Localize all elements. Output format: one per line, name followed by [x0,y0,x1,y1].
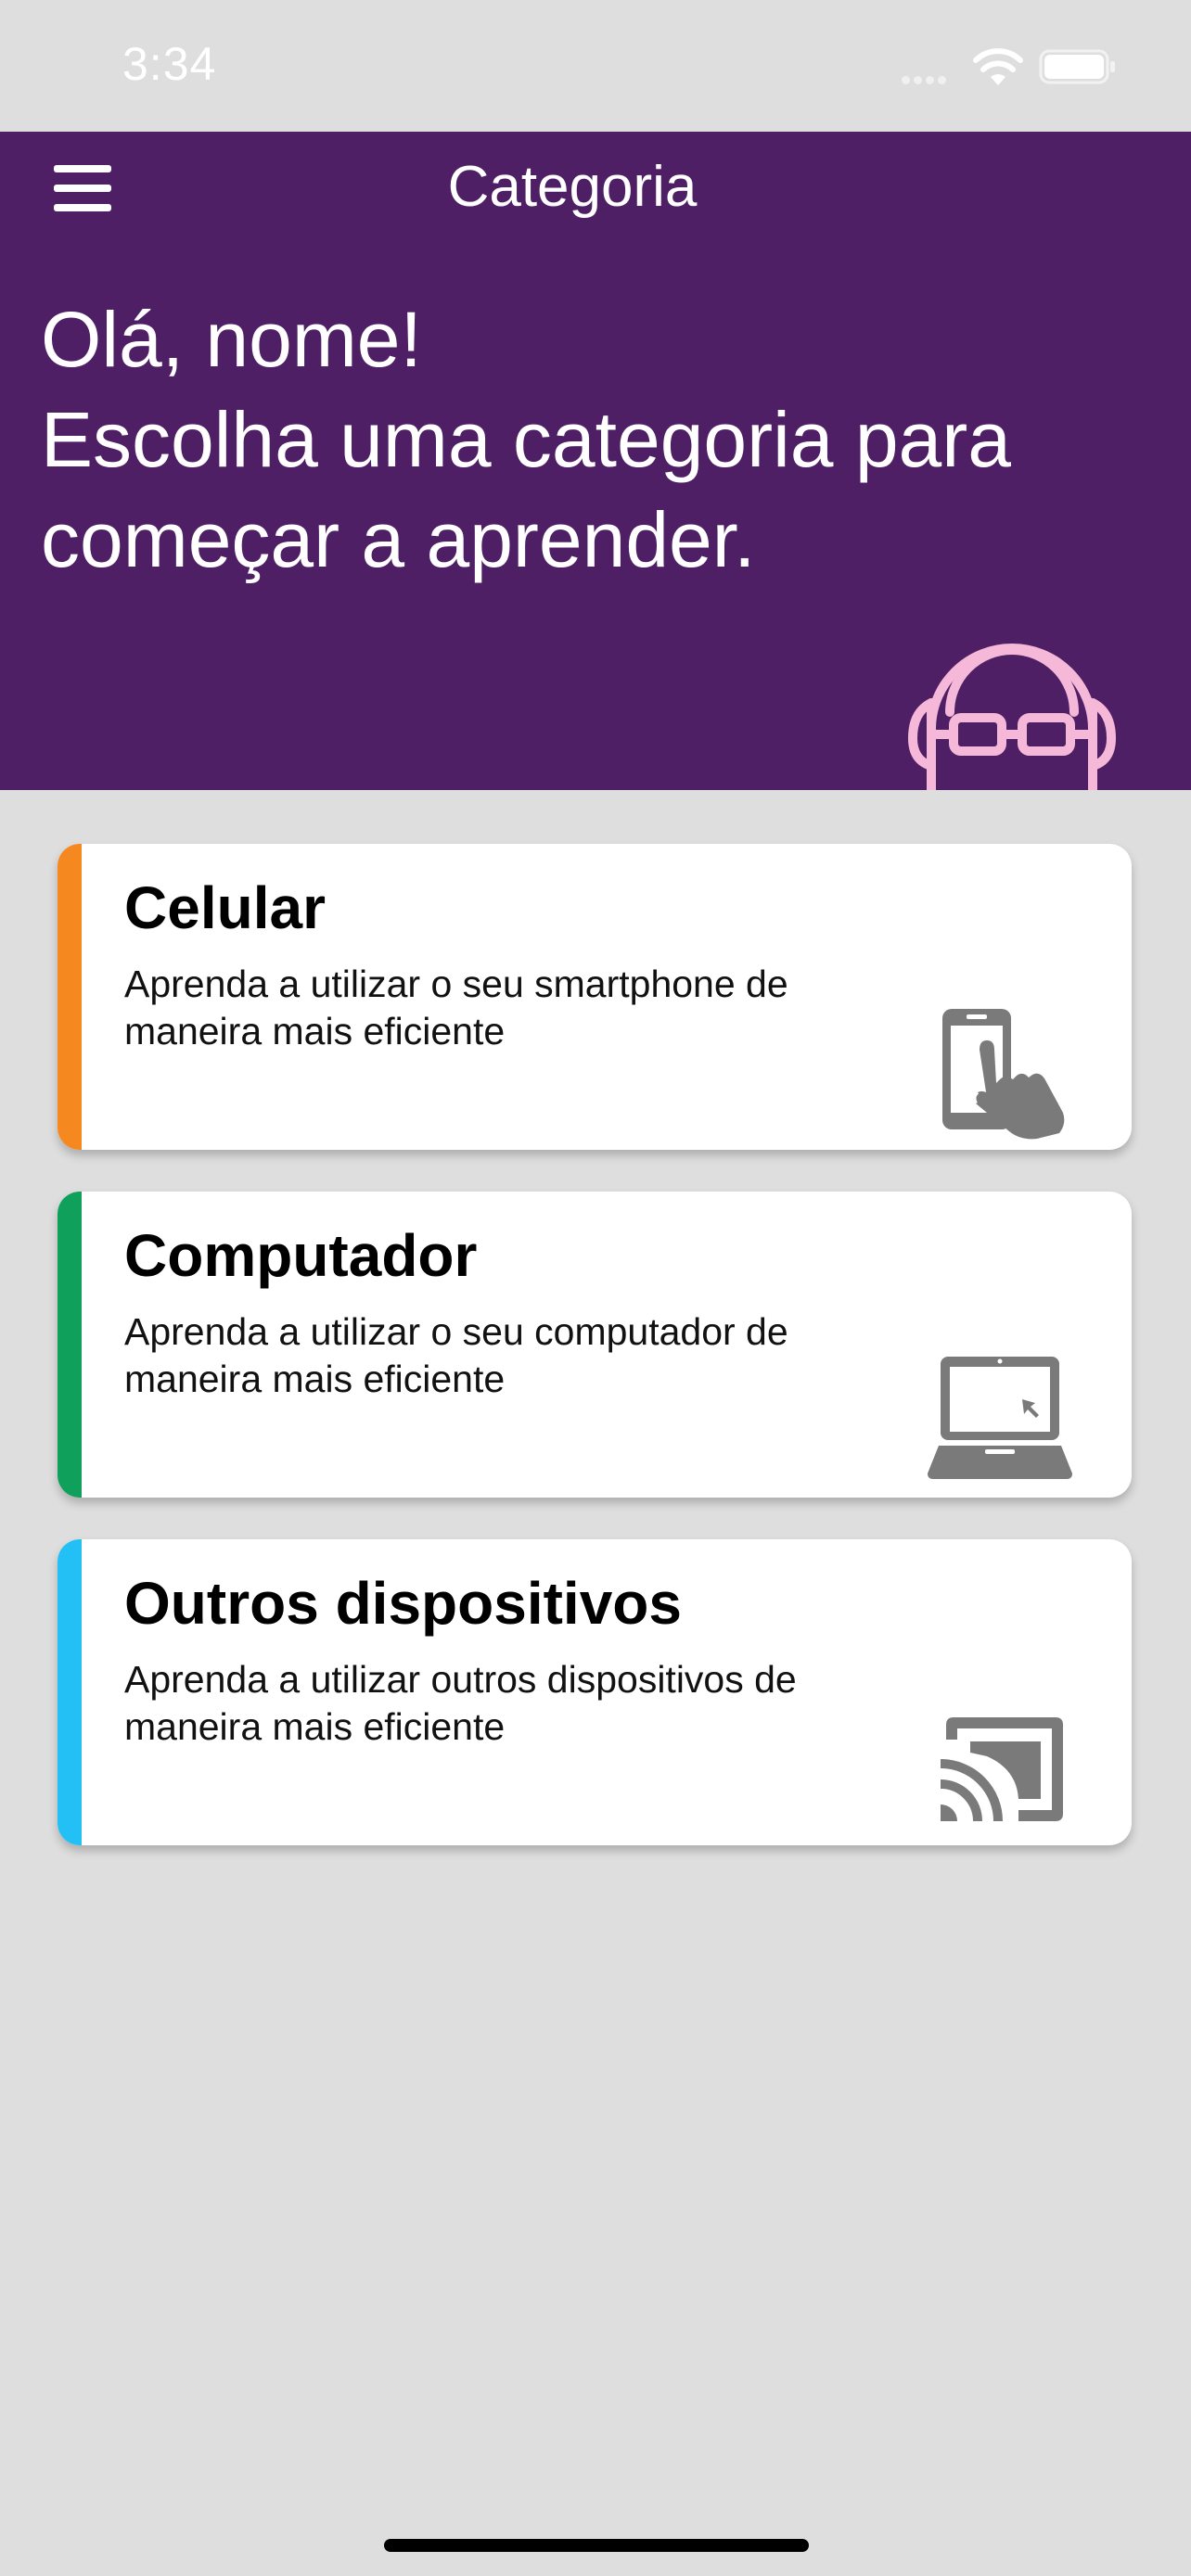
greeting-line: começar a aprender. [41,496,756,583]
card-accent [58,844,82,1150]
category-card-celular[interactable]: Celular Aprenda a utilizar o seu smartph… [58,844,1132,1150]
cast-icon [940,1717,1063,1822]
card-description-line: maneira mais eficiente [124,1705,506,1748]
greeting-text: Olá, nome! Escolha uma categoria para co… [41,289,1135,590]
greeting-line: Escolha uma categoria para [41,396,1011,483]
status-time: 3:34 [122,38,217,90]
headphones-mascot-icon [908,644,1116,790]
card-description: Aprenda a utilizar o seu computador de m… [124,1308,885,1403]
smartphone-touch-icon [942,1009,1065,1140]
card-accent [58,1539,82,1845]
wifi-icon [973,48,1023,85]
category-card-outros-dispositivos[interactable]: Outros dispositivos Aprenda a utilizar o… [58,1539,1132,1845]
card-description: Aprenda a utilizar o seu smartphone de m… [124,961,885,1055]
card-accent [58,1192,82,1498]
card-title: Outros dispositivos [124,1570,682,1637]
cellular-signal-icon [902,72,954,84]
page-title: Categoria [447,155,698,219]
category-card-computador[interactable]: Computador Aprenda a utilizar o seu comp… [58,1192,1132,1498]
card-description-line: Aprenda a utilizar o seu computador de [124,1310,788,1353]
status-bar: 3:34 [0,0,1191,132]
header: Categoria Olá, nome! Escolha uma categor… [0,132,1191,790]
laptop-icon [928,1357,1072,1479]
card-title: Celular [124,874,326,941]
card-description-line: maneira mais eficiente [124,1010,506,1052]
home-indicator[interactable] [384,2539,809,2552]
card-description-line: maneira mais eficiente [124,1358,506,1400]
card-description-line: Aprenda a utilizar o seu smartphone de [124,963,788,1005]
card-description-line: Aprenda a utilizar outros dispositivos d… [124,1658,797,1701]
card-title: Computador [124,1222,478,1289]
greeting-line: Olá, nome! [41,296,422,383]
card-description: Aprenda a utilizar outros dispositivos d… [124,1656,885,1751]
battery-icon [1039,49,1115,84]
